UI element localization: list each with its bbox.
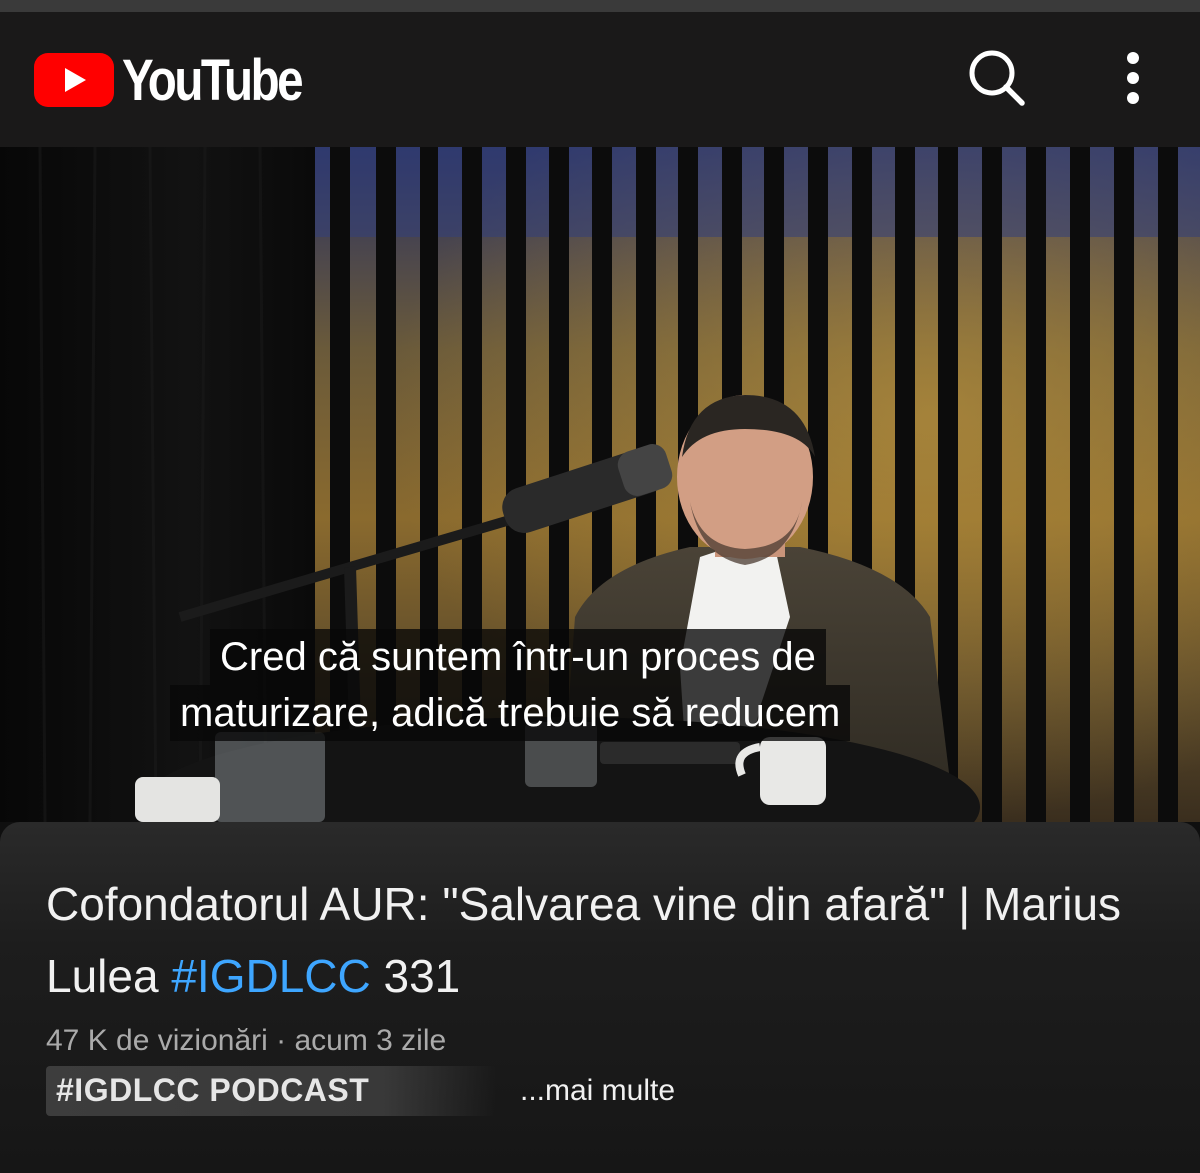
logo-wordmark: YouTube (122, 47, 304, 113)
upload-time: acum 3 zile (294, 1024, 447, 1057)
video-title-suffix: 331 (370, 950, 461, 1002)
video-metadata: 47 K de vizionări · acum 3 zile (46, 1024, 446, 1058)
status-strip (0, 0, 1200, 12)
meta-separator: · (267, 1024, 295, 1057)
more-vert-icon (1123, 50, 1143, 111)
view-count: 47 K de vizionări (46, 1024, 268, 1057)
video-details-panel: Cofondatorul AUR: "Salvarea vine din afa… (0, 822, 1200, 1173)
search-icon (966, 47, 1028, 114)
search-button[interactable] (962, 45, 1032, 115)
video-title[interactable]: Cofondatorul AUR: "Salvarea vine din afa… (46, 868, 1166, 1012)
app-header: YouTube (0, 12, 1200, 147)
more-description-link[interactable]: ...mai multe (520, 1074, 675, 1108)
caption-line-1: Cred că suntem într-un proces de (210, 629, 826, 685)
video-player[interactable]: Cred că suntem într-un proces de maturiz… (0, 147, 1200, 822)
more-options-button[interactable] (1098, 45, 1168, 115)
caption-line-2: maturizare, adică trebuie să reducem (170, 685, 851, 741)
youtube-logo[interactable]: YouTube (34, 48, 340, 113)
channel-tag-label: #IGDLCC PODCAST (56, 1072, 370, 1108)
play-logo-icon (34, 53, 114, 107)
channel-tag-chip[interactable]: #IGDLCC PODCAST (46, 1066, 496, 1116)
title-hashtag-link[interactable]: #IGDLCC (171, 950, 370, 1002)
